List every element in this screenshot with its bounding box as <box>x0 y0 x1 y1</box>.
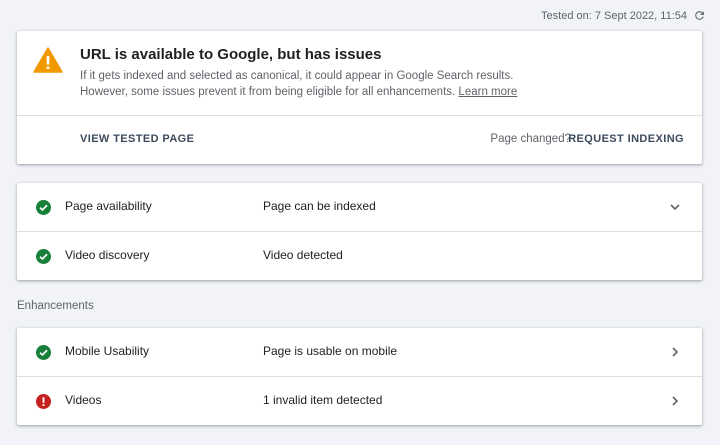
error-circle-icon <box>36 394 51 409</box>
row-label: Video discovery <box>65 248 150 262</box>
warning-icon <box>33 47 63 73</box>
row-value: Video detected <box>263 248 343 262</box>
chevron-right-icon[interactable] <box>668 394 682 408</box>
row-videos[interactable]: Videos 1 invalid item detected <box>17 377 702 425</box>
check-circle-icon <box>36 249 51 264</box>
view-tested-page-button[interactable]: VIEW TESTED PAGE <box>80 133 194 145</box>
row-value: Page can be indexed <box>263 199 376 213</box>
summary-description-line2: However, some issues prevent it from bei… <box>80 85 680 101</box>
row-page-availability[interactable]: Page availability Page can be indexed <box>17 183 702 232</box>
row-video-discovery: Video discovery Video detected <box>17 232 702 280</box>
enhancements-card: Mobile Usability Page is usable on mobil… <box>17 328 702 425</box>
row-value: 1 invalid item detected <box>263 393 383 407</box>
page-changed-label: Page changed? <box>490 133 571 145</box>
tested-on-bar: Tested on: 7 Sept 2022, 11:54 <box>541 9 706 22</box>
learn-more-link[interactable]: Learn more <box>458 86 517 98</box>
summary-description-line2-text: However, some issues prevent it from bei… <box>80 85 456 98</box>
enhancements-heading: Enhancements <box>17 300 94 312</box>
row-label: Videos <box>65 393 102 407</box>
summary-description: If it gets indexed and selected as canon… <box>80 69 680 100</box>
summary-description-line1: If it gets indexed and selected as canon… <box>80 70 514 82</box>
row-value: Page is usable on mobile <box>263 344 398 358</box>
refresh-icon[interactable] <box>693 9 706 22</box>
check-circle-icon <box>36 200 51 215</box>
inspection-summary-card: URL is available to Google, but has issu… <box>17 31 702 164</box>
availability-card: Page availability Page can be indexed Vi… <box>17 183 702 280</box>
summary-title: URL is available to Google, but has issu… <box>80 46 382 63</box>
row-mobile-usability[interactable]: Mobile Usability Page is usable on mobil… <box>17 328 702 377</box>
request-indexing-button[interactable]: REQUEST INDEXING <box>568 133 684 145</box>
tested-on-text: Tested on: 7 Sept 2022, 11:54 <box>541 9 687 22</box>
summary-divider <box>17 115 702 116</box>
check-circle-icon <box>36 345 51 360</box>
row-label: Page availability <box>65 199 152 213</box>
row-label: Mobile Usability <box>65 344 150 358</box>
chevron-down-icon[interactable] <box>668 200 682 214</box>
chevron-right-icon[interactable] <box>668 345 682 359</box>
